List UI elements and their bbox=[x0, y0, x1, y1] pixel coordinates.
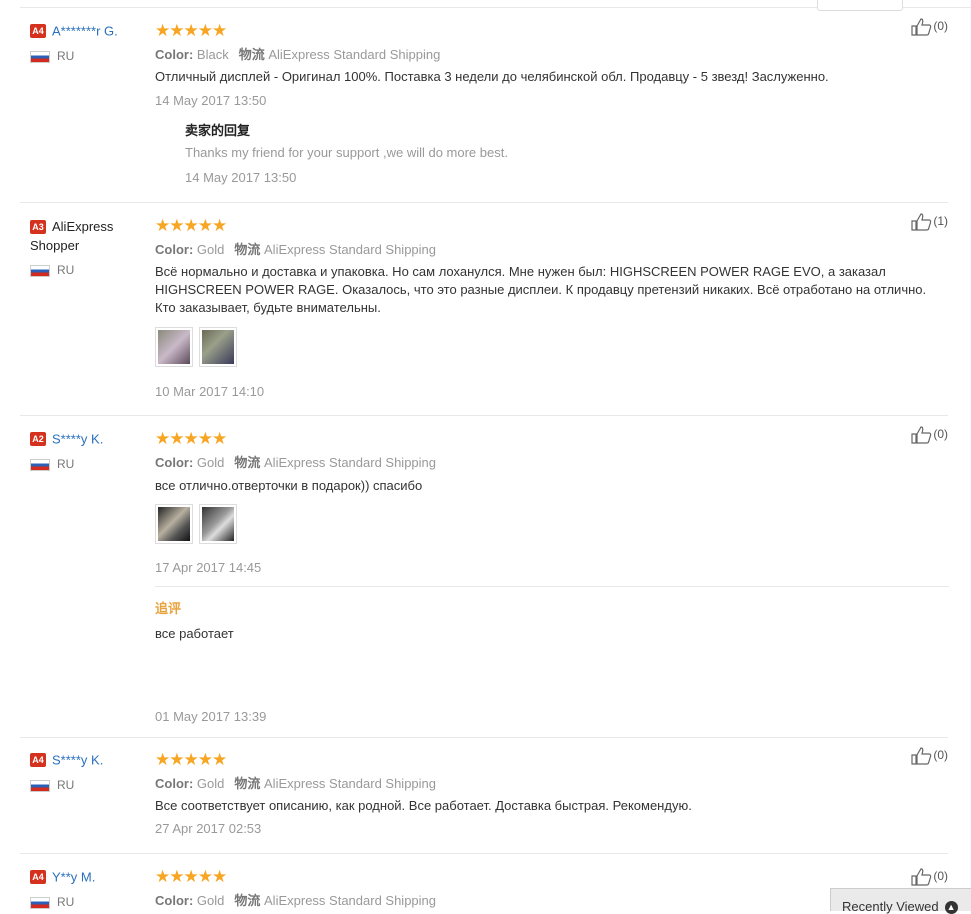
helpful-count: (0) bbox=[933, 19, 948, 34]
thumbs-up-icon bbox=[911, 868, 932, 886]
seller-reply-date: 14 May 2017 13:50 bbox=[185, 170, 297, 185]
thumbs-up-icon bbox=[911, 213, 932, 231]
thumbs-up-icon bbox=[911, 747, 932, 765]
review-meta: Color: Black 物流 AliExpress Standard Shipp… bbox=[155, 47, 441, 62]
helpful-button[interactable]: (0) bbox=[911, 747, 948, 765]
review-meta: Color: Gold 物流 AliExpress Standard Shippi… bbox=[155, 455, 437, 470]
review-date: 27 Apr 2017 02:53 bbox=[155, 821, 262, 836]
followup-date: 01 May 2017 13:39 bbox=[155, 709, 267, 724]
buyer-level-badge: A4 bbox=[30, 23, 46, 38]
review-divider bbox=[20, 415, 948, 416]
rating-stars: ★★★★★ bbox=[155, 750, 227, 769]
recently-viewed-tab[interactable]: Recently Viewed ▲ bbox=[830, 888, 971, 914]
reviewer-info: A4 S****y K. RU bbox=[30, 751, 150, 792]
buyer-level-badge: A4 bbox=[30, 752, 46, 767]
recently-viewed-label: Recently Viewed bbox=[842, 899, 939, 914]
top-control[interactable] bbox=[817, 0, 903, 11]
reviewer-country: RU bbox=[30, 457, 74, 471]
reviewer-info: A3 AliExpress Shopper RU bbox=[30, 217, 150, 277]
review-item: A4 Y**y M. RU ★★★★★ Color: Gold 物流 AliExpr… bbox=[20, 868, 948, 911]
buyer-level-badge: A2 bbox=[30, 431, 46, 446]
review-meta: Color: Gold 物流 AliExpress Standard Shippi… bbox=[155, 776, 437, 791]
thumbs-up-icon bbox=[911, 426, 932, 444]
rating-stars: ★★★★★ bbox=[155, 216, 227, 235]
helpful-button[interactable]: (0) bbox=[911, 868, 948, 886]
buyer-level-badge: A3 bbox=[30, 219, 46, 234]
review-item: A2 S****y K. RU ★★★★★ Color: Gold 物流 AliEx… bbox=[20, 426, 949, 730]
helpful-button[interactable]: (0) bbox=[911, 426, 948, 444]
reviewer-country: RU bbox=[30, 778, 74, 792]
reviewer-name[interactable]: S****y K. bbox=[52, 431, 103, 446]
flag-ru-icon bbox=[30, 50, 50, 63]
chevron-up-icon: ▲ bbox=[944, 901, 958, 914]
review-date: 17 Apr 2017 14:45 bbox=[155, 560, 262, 575]
rating-stars: ★★★★★ bbox=[155, 21, 227, 40]
review-photos bbox=[155, 504, 243, 549]
review-divider bbox=[20, 853, 948, 854]
thumbs-up-icon bbox=[911, 18, 932, 36]
seller-reply-text: Thanks my friend for your support ,we wi… bbox=[185, 145, 508, 160]
review-text: Отличный дисплей - Оригинал 100%. Постав… bbox=[155, 69, 829, 84]
reviewer-name[interactable]: Y**y M. bbox=[52, 869, 95, 884]
seller-reply-title: 卖家的回复 bbox=[185, 123, 251, 138]
review-divider bbox=[20, 737, 948, 738]
flag-ru-icon bbox=[30, 896, 50, 909]
helpful-count: (0) bbox=[933, 748, 948, 763]
top-divider bbox=[20, 0, 971, 11]
flag-ru-icon bbox=[30, 779, 50, 792]
reviewer-country: RU bbox=[30, 895, 74, 909]
rating-stars: ★★★★★ bbox=[155, 868, 227, 886]
followup-label: 追评 bbox=[155, 601, 182, 616]
review-date: 14 May 2017 13:50 bbox=[155, 93, 267, 108]
followup-text: все работает bbox=[155, 626, 234, 641]
helpful-button[interactable]: (1) bbox=[911, 213, 948, 231]
flag-ru-icon bbox=[30, 458, 50, 471]
helpful-count: (0) bbox=[933, 869, 948, 884]
review-divider bbox=[20, 202, 948, 203]
review-meta: Color: Gold 物流 AliExpress Standard Shippi… bbox=[155, 242, 437, 257]
review-text: Всё нормально и доставка и упаковка. Но … bbox=[155, 264, 927, 315]
followup-divider bbox=[155, 586, 949, 587]
review-item: A4 S****y K. RU ★★★★★ Color: Gold 物流 AliEx… bbox=[20, 747, 948, 846]
review-date: 10 Mar 2017 14:10 bbox=[155, 384, 265, 399]
reviewer-country: RU bbox=[30, 263, 74, 277]
review-meta: Color: Gold 物流 AliExpress Standard Shippi… bbox=[155, 893, 437, 908]
reviewer-name[interactable]: A*******r G. bbox=[52, 23, 118, 38]
reviewer-name[interactable]: S****y K. bbox=[52, 752, 103, 767]
review-photo-thumbnail[interactable] bbox=[155, 327, 193, 367]
reviewer-info: A4 A*******r G. RU bbox=[30, 22, 150, 63]
review-photo-thumbnail[interactable] bbox=[199, 327, 237, 367]
review-text: все отлично.отверточки в подарок)) спаси… bbox=[155, 478, 423, 493]
helpful-count: (1) bbox=[933, 214, 948, 229]
reviewer-info: A2 S****y K. RU bbox=[30, 430, 150, 471]
review-text: Все соответствует описанию, как родной. … bbox=[155, 798, 692, 813]
buyer-level-badge: A4 bbox=[30, 869, 46, 884]
review-item: A4 A*******r G. RU ★★★★★ Color: Black 物流 A… bbox=[20, 18, 948, 197]
review-photos bbox=[155, 327, 243, 372]
helpful-count: (0) bbox=[933, 427, 948, 442]
flag-ru-icon bbox=[30, 264, 50, 277]
rating-stars: ★★★★★ bbox=[155, 429, 227, 448]
helpful-button[interactable]: (0) bbox=[911, 18, 948, 36]
reviewer-info: A4 Y**y M. RU bbox=[30, 868, 150, 909]
review-item: A3 AliExpress Shopper RU ★★★★★ Color: Gol… bbox=[20, 213, 948, 407]
reviewer-country: RU bbox=[30, 49, 74, 63]
review-photo-thumbnail[interactable] bbox=[199, 504, 237, 544]
review-photo-thumbnail[interactable] bbox=[155, 504, 193, 544]
